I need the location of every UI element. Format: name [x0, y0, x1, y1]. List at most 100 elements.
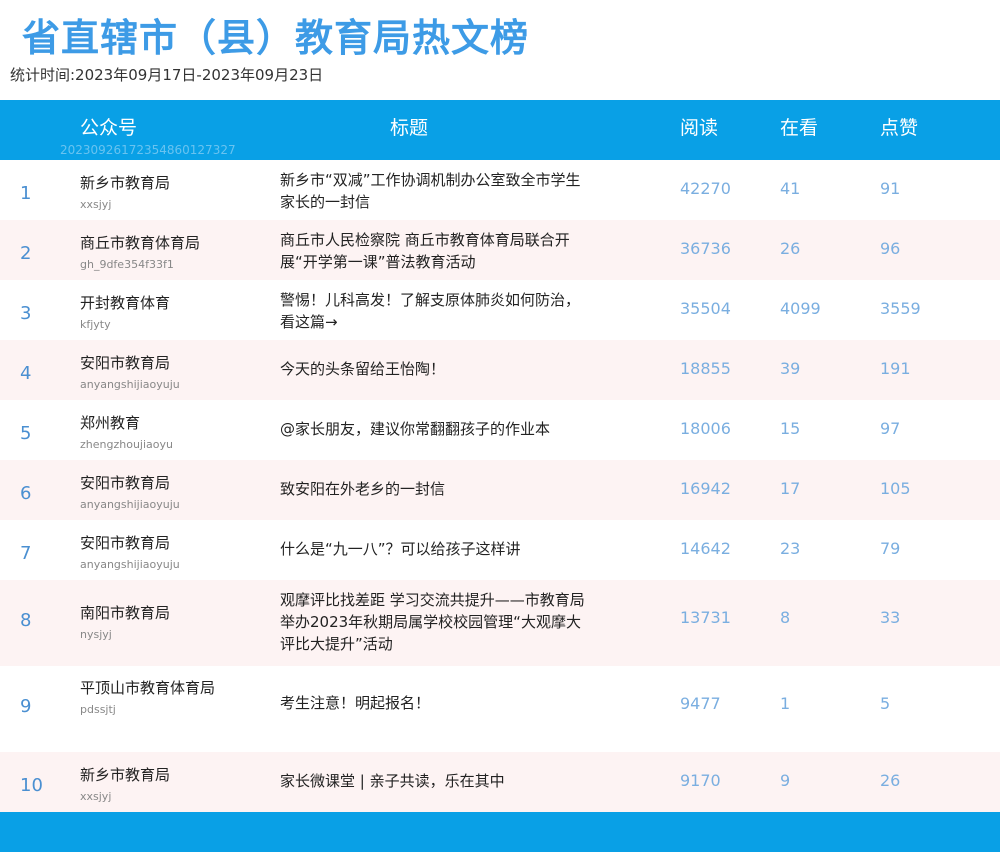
account-id: gh_9dfe354f33f1: [80, 258, 174, 271]
likes-count: 191: [880, 359, 911, 378]
account-cell: 新乡市教育局 xxsjyj: [80, 764, 225, 804]
article-title[interactable]: 今天的头条留给王怡陶！: [280, 358, 590, 380]
table-row[interactable]: 10 新乡市教育局 xxsjyj 家长微课堂 | 亲子共读，乐在其中 9170 …: [0, 752, 1000, 812]
account-name: 平顶山市教育体育局: [80, 679, 216, 697]
account-id: nysjyj: [80, 628, 112, 641]
account-cell: 安阳市教育局 anyangshijiaoyuju: [80, 532, 225, 572]
reads-count: 42270: [680, 179, 731, 198]
account-name: 安阳市教育局: [80, 474, 171, 492]
watching-count: 39: [780, 359, 801, 378]
article-title[interactable]: 观摩评比找差距 学习交流共提升——市教育局举办2023年秋期局属学校校园管理“大…: [280, 589, 590, 655]
header-reads: 阅读: [680, 117, 719, 139]
watching-count: 4099: [780, 299, 821, 318]
account-id: anyangshijiaoyuju: [80, 498, 180, 511]
ranking-page: 省直辖市（县）教育局热文榜 统计时间:2023年09月17日-2023年09月2…: [0, 0, 1000, 852]
rank-number: 2: [20, 243, 32, 264]
article-title[interactable]: @家长朋友，建议你常翻翻孩子的作业本: [280, 418, 590, 440]
table-header: 公众号 20230926172354860127327 标题 阅读 在看 点赞: [0, 100, 1000, 160]
likes-count: 26: [880, 771, 901, 790]
account-name: 安阳市教育局: [80, 534, 171, 552]
account-cell: 开封教育体育 kfjyty: [80, 292, 225, 332]
account-cell: 平顶山市教育体育局 pdssjtj: [80, 677, 225, 717]
account-name: 郑州教育: [80, 414, 141, 432]
watching-count: 15: [780, 419, 801, 438]
article-title[interactable]: 商丘市人民检察院 商丘市教育体育局联合开展“开学第一课”普法教育活动: [280, 229, 590, 273]
reads-count: 18855: [680, 359, 731, 378]
watching-count: 41: [780, 179, 801, 198]
header-likes: 点赞: [880, 117, 919, 139]
account-id: xxsjyj: [80, 790, 112, 803]
account-cell: 安阳市教育局 anyangshijiaoyuju: [80, 352, 225, 392]
table-row[interactable]: 1 新乡市教育局 xxsjyj 新乡市“双减”工作协调机制办公室致全市学生家长的…: [0, 160, 1000, 220]
table-row[interactable]: 6 安阳市教育局 anyangshijiaoyuju 致安阳在外老乡的一封信 1…: [0, 460, 1000, 520]
reads-count: 9170: [680, 771, 721, 790]
rank-number: 4: [20, 363, 32, 384]
rank-number: 8: [20, 610, 32, 631]
account-name: 南阳市教育局: [80, 604, 171, 622]
likes-count: 105: [880, 479, 911, 498]
table-row[interactable]: 4 安阳市教育局 anyangshijiaoyuju 今天的头条留给王怡陶！ 1…: [0, 340, 1000, 400]
watching-count: 9: [780, 771, 791, 790]
account-name: 新乡市教育局: [80, 766, 171, 784]
stats-period: 统计时间:2023年09月17日-2023年09月23日: [10, 66, 324, 84]
account-name: 安阳市教育局: [80, 354, 171, 372]
likes-count: 33: [880, 608, 901, 627]
reads-count: 36736: [680, 239, 731, 258]
reads-count: 13731: [680, 608, 731, 627]
reads-count: 9477: [680, 694, 721, 713]
article-title[interactable]: 警惕！儿科高发！了解支原体肺炎如何防治，看这篇→: [280, 289, 590, 333]
table-row[interactable]: 3 开封教育体育 kfjyty 警惕！儿科高发！了解支原体肺炎如何防治，看这篇→…: [0, 280, 1000, 340]
header-watching: 在看: [780, 117, 819, 139]
reads-count: 14642: [680, 539, 731, 558]
account-name: 新乡市教育局: [80, 174, 171, 192]
reads-count: 35504: [680, 299, 731, 318]
rank-number: 7: [20, 543, 32, 564]
page-title: 省直辖市（县）教育局热文榜: [22, 16, 530, 60]
account-id: xxsjyj: [80, 198, 112, 211]
likes-count: 91: [880, 179, 901, 198]
account-id: anyangshijiaoyuju: [80, 558, 180, 571]
account-cell: 南阳市教育局 nysjyj: [80, 602, 225, 642]
account-cell: 新乡市教育局 xxsjyj: [80, 172, 225, 212]
header-account: 公众号: [80, 117, 138, 139]
account-name: 开封教育体育: [80, 294, 171, 312]
rank-number: 1: [20, 183, 32, 204]
rank-number: 10: [20, 775, 43, 796]
table-row[interactable]: 5 郑州教育 zhengzhoujiaoyu @家长朋友，建议你常翻翻孩子的作业…: [0, 400, 1000, 460]
likes-count: 97: [880, 419, 901, 438]
watching-count: 8: [780, 608, 791, 627]
article-title[interactable]: 致安阳在外老乡的一封信: [280, 478, 590, 500]
likes-count: 96: [880, 239, 901, 258]
rank-number: 3: [20, 303, 32, 324]
rank-number: 9: [20, 696, 32, 717]
table-row[interactable]: 9 平顶山市教育体育局 pdssjtj 考生注意！明起报名！ 9477 1 5: [0, 666, 1000, 752]
article-title[interactable]: 什么是“九一八”？可以给孩子这样讲: [280, 538, 590, 560]
header-article: 标题: [390, 117, 429, 139]
watching-count: 26: [780, 239, 801, 258]
header-stamp: 20230926172354860127327: [60, 143, 236, 157]
account-id: kfjyty: [80, 318, 111, 331]
account-cell: 郑州教育 zhengzhoujiaoyu: [80, 412, 225, 452]
footer-bar: [0, 812, 1000, 852]
watching-count: 23: [780, 539, 801, 558]
watching-count: 1: [780, 694, 791, 713]
table-row[interactable]: 7 安阳市教育局 anyangshijiaoyuju 什么是“九一八”？可以给孩…: [0, 520, 1000, 580]
account-cell: 安阳市教育局 anyangshijiaoyuju: [80, 472, 225, 512]
account-id: anyangshijiaoyuju: [80, 378, 180, 391]
likes-count: 79: [880, 539, 901, 558]
article-title[interactable]: 新乡市“双减”工作协调机制办公室致全市学生家长的一封信: [280, 169, 590, 213]
account-id: pdssjtj: [80, 703, 116, 716]
table-row[interactable]: 2 商丘市教育体育局 gh_9dfe354f33f1 商丘市人民检察院 商丘市教…: [0, 220, 1000, 280]
watching-count: 17: [780, 479, 801, 498]
rank-number: 5: [20, 423, 32, 444]
likes-count: 3559: [880, 299, 921, 318]
reads-count: 18006: [680, 419, 731, 438]
article-title[interactable]: 考生注意！明起报名！: [280, 692, 590, 714]
account-id: zhengzhoujiaoyu: [80, 438, 173, 451]
table-row[interactable]: 8 南阳市教育局 nysjyj 观摩评比找差距 学习交流共提升——市教育局举办2…: [0, 580, 1000, 666]
rank-number: 6: [20, 483, 32, 504]
account-name: 商丘市教育体育局: [80, 234, 201, 252]
reads-count: 16942: [680, 479, 731, 498]
article-title[interactable]: 家长微课堂 | 亲子共读，乐在其中: [280, 770, 590, 792]
account-cell: 商丘市教育体育局 gh_9dfe354f33f1: [80, 232, 225, 272]
